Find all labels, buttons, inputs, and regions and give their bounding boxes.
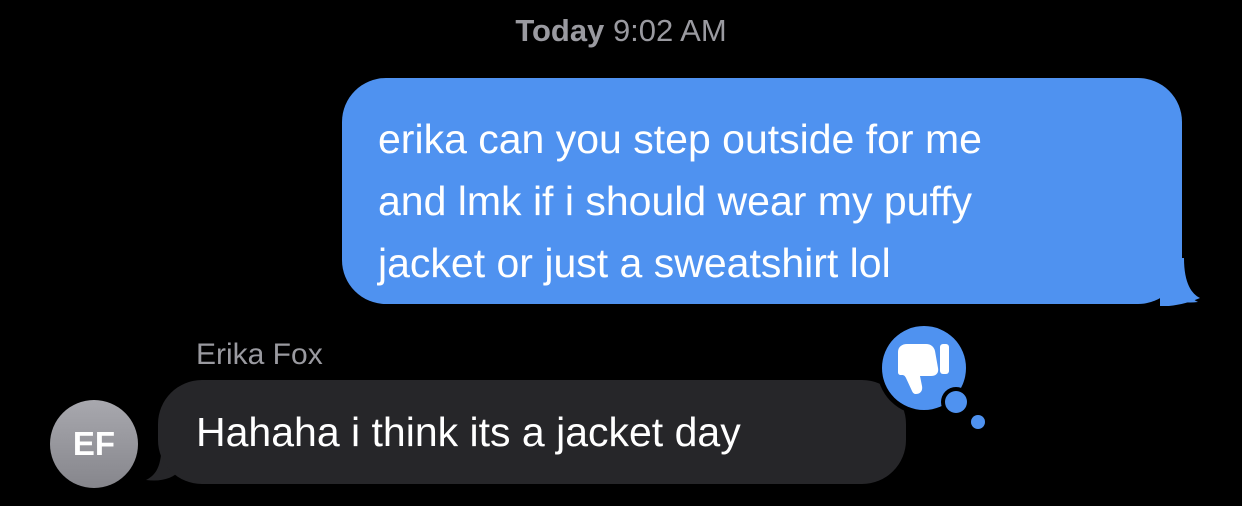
outgoing-message-bubble[interactable]: erika can you step outside for me and lm… bbox=[342, 78, 1182, 304]
sender-name: Erika Fox bbox=[196, 338, 323, 371]
incoming-message-bubble[interactable]: Hahaha i think its a jacket day bbox=[158, 380, 906, 484]
incoming-message-text: Hahaha i think its a jacket day bbox=[196, 409, 741, 455]
outgoing-message-line: jacket or just a sweatshirt lol bbox=[378, 240, 891, 286]
avatar[interactable]: EF bbox=[50, 400, 138, 488]
timestamp-day: Today bbox=[515, 13, 605, 48]
tapback-reaction[interactable] bbox=[868, 322, 992, 434]
timestamp-time: 9:02 AM bbox=[612, 13, 727, 48]
outgoing-bubble-tail bbox=[1160, 258, 1200, 306]
outgoing-message-line: erika can you step outside for me bbox=[378, 116, 982, 162]
outgoing-message-line: and lmk if i should wear my puffy bbox=[378, 178, 972, 224]
message-timestamp: Today 9:02 AM bbox=[0, 12, 1242, 50]
tapback-bubble bbox=[877, 322, 987, 431]
avatar-initials: EF bbox=[72, 425, 116, 462]
